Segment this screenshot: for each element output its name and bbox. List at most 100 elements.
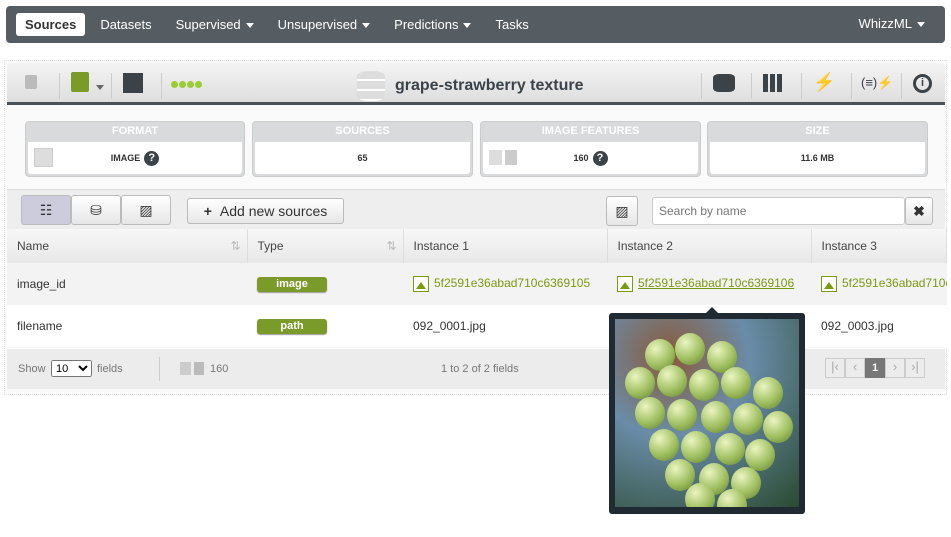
image-view-button[interactable]: ▨ <box>121 195 171 225</box>
image-link[interactable]: 5f2591e36abad710c6369105 <box>434 276 590 290</box>
create-dataset-icon[interactable] <box>713 74 735 92</box>
nav-predictions[interactable]: Predictions <box>385 13 480 36</box>
caret-down-icon <box>917 22 925 28</box>
image-icon <box>821 276 837 292</box>
nav-datasets[interactable]: Datasets <box>91 13 160 36</box>
image-features-icon <box>180 362 204 375</box>
image-link[interactable]: 5f2591e36abad710c6369107 <box>842 276 947 290</box>
divider <box>701 73 702 99</box>
caret-down-icon <box>463 23 472 29</box>
image-icon <box>617 276 633 292</box>
one-click-icon[interactable]: ⚡ <box>813 72 835 93</box>
table-controls: ☷ ⛁ ▨ + Add new sources ▨ ✖ <box>7 189 945 229</box>
stat-label: IMAGE FEATURES <box>541 125 640 137</box>
type-badge: image <box>257 277 327 292</box>
stat-image-features: IMAGE FEATURES 160? <box>480 121 701 177</box>
range-label: 1 to 2 of 2 fields <box>441 363 519 375</box>
nav-whizzml[interactable]: WhizzML <box>859 16 925 31</box>
add-new-sources-button[interactable]: + Add new sources <box>187 198 344 224</box>
show-label: Show <box>18 363 46 375</box>
cell-value: 092_0003.jpg <box>821 319 894 333</box>
col-type[interactable]: Type ⇅ <box>247 229 404 263</box>
source-panel: grape-strawberry texture ⚡ (≡)⚡ i FORMAT… <box>4 60 947 395</box>
col-instance-3: Instance 3 <box>811 229 947 263</box>
stat-size: SIZE 11.6 MB <box>707 121 928 177</box>
divider <box>851 73 852 99</box>
status-dots-icon <box>171 81 202 88</box>
header-label: Type <box>257 239 284 253</box>
field-name: filename <box>17 319 63 333</box>
divider <box>751 73 752 99</box>
divider <box>59 73 60 99</box>
button-label: Add new sources <box>219 203 328 219</box>
page-1-button[interactable]: 1 <box>865 358 885 378</box>
stat-format: FORMAT IMAGE? <box>25 121 245 177</box>
stat-value: IMAGE <box>110 153 141 163</box>
nav-label: Supervised <box>175 17 241 32</box>
source-title: grape-strawberry texture <box>357 71 584 101</box>
source-toolbar: grape-strawberry texture ⚡ (≡)⚡ i <box>7 63 945 105</box>
top-navbar: Sources Datasets Supervised Unsupervised… <box>6 6 945 43</box>
nav-sources[interactable]: Sources <box>16 13 86 36</box>
lock-icon[interactable] <box>25 75 37 89</box>
composite-source-icon[interactable] <box>123 73 143 93</box>
info-icon[interactable]: i <box>913 74 932 93</box>
features-count: 160 <box>210 363 229 375</box>
stat-label: FORMAT <box>111 125 159 137</box>
divider <box>161 73 162 99</box>
grape-image-preview <box>615 319 799 507</box>
type-badge: path <box>257 319 327 334</box>
fields-view-button[interactable]: ☷ <box>21 195 71 225</box>
sort-icon[interactable]: ⇅ <box>230 239 240 253</box>
caret-down-icon[interactable] <box>96 85 104 90</box>
database-icon <box>357 71 385 101</box>
divider <box>111 73 112 99</box>
page-size-select[interactable]: 10 <box>51 360 92 377</box>
first-page-button[interactable]: |‹ <box>825 358 845 378</box>
plus-icon: + <box>203 203 212 219</box>
next-page-button[interactable]: › <box>885 358 905 378</box>
col-name[interactable]: Name ⇅ <box>7 229 248 263</box>
stat-value: 65 <box>357 153 368 163</box>
nav-tasks[interactable]: Tasks <box>486 13 537 36</box>
image-icon <box>413 276 429 292</box>
last-page-button[interactable]: ›| <box>905 358 925 378</box>
image-features-toggle[interactable]: ▨ <box>606 196 638 226</box>
search-input[interactable] <box>652 197 905 225</box>
nav-label: Predictions <box>394 17 459 32</box>
whizzml-icon[interactable]: (≡)⚡ <box>861 75 893 91</box>
divider <box>801 73 802 99</box>
help-icon[interactable]: ? <box>592 151 608 167</box>
fields-table: Name ⇅ Type ⇅ Instance 1 Instance 2 Instan… <box>7 229 947 347</box>
caret-down-icon <box>362 23 371 29</box>
col-instance-2: Instance 2 <box>607 229 812 263</box>
stat-value: 160 <box>573 153 589 163</box>
field-name: image_id <box>7 263 247 305</box>
nav-label: WhizzML <box>858 16 912 31</box>
stat-label: SIZE <box>805 125 830 137</box>
dataset-view-button[interactable]: ⛁ <box>71 195 121 225</box>
image-preview-tooltip <box>609 307 805 514</box>
title-text: grape-strawberry texture <box>395 77 584 94</box>
table-row: image_id image 5f2591e36abad710c6369105 … <box>7 263 947 305</box>
prev-page-button[interactable]: ‹ <box>845 358 865 378</box>
stat-value: 11.6 MB <box>800 153 835 163</box>
caret-down-icon <box>245 23 254 29</box>
fields-type-icon[interactable] <box>71 72 89 92</box>
stat-sources: SOURCES 65 <box>252 121 473 177</box>
nav-unsupervised[interactable]: Unsupervised <box>269 13 380 36</box>
help-icon[interactable]: ? <box>144 151 160 167</box>
nav-label: Unsupervised <box>277 17 358 32</box>
image-icon <box>34 148 53 167</box>
divider <box>159 357 160 381</box>
sort-icon[interactable]: ⇅ <box>386 239 396 253</box>
cell-value: 092_0001.jpg <box>413 319 486 333</box>
divider <box>901 73 902 99</box>
nav-supervised[interactable]: Supervised <box>167 13 263 36</box>
fields-label: fields <box>97 363 123 375</box>
clear-search-button[interactable]: ✖ <box>905 197 933 225</box>
configure-icon[interactable] <box>763 74 785 92</box>
header-label: Name <box>17 239 50 253</box>
table-row: filename path 092_0001.jpg 092_0003.jpg <box>7 305 947 347</box>
image-link[interactable]: 5f2591e36abad710c6369106 <box>638 276 794 290</box>
